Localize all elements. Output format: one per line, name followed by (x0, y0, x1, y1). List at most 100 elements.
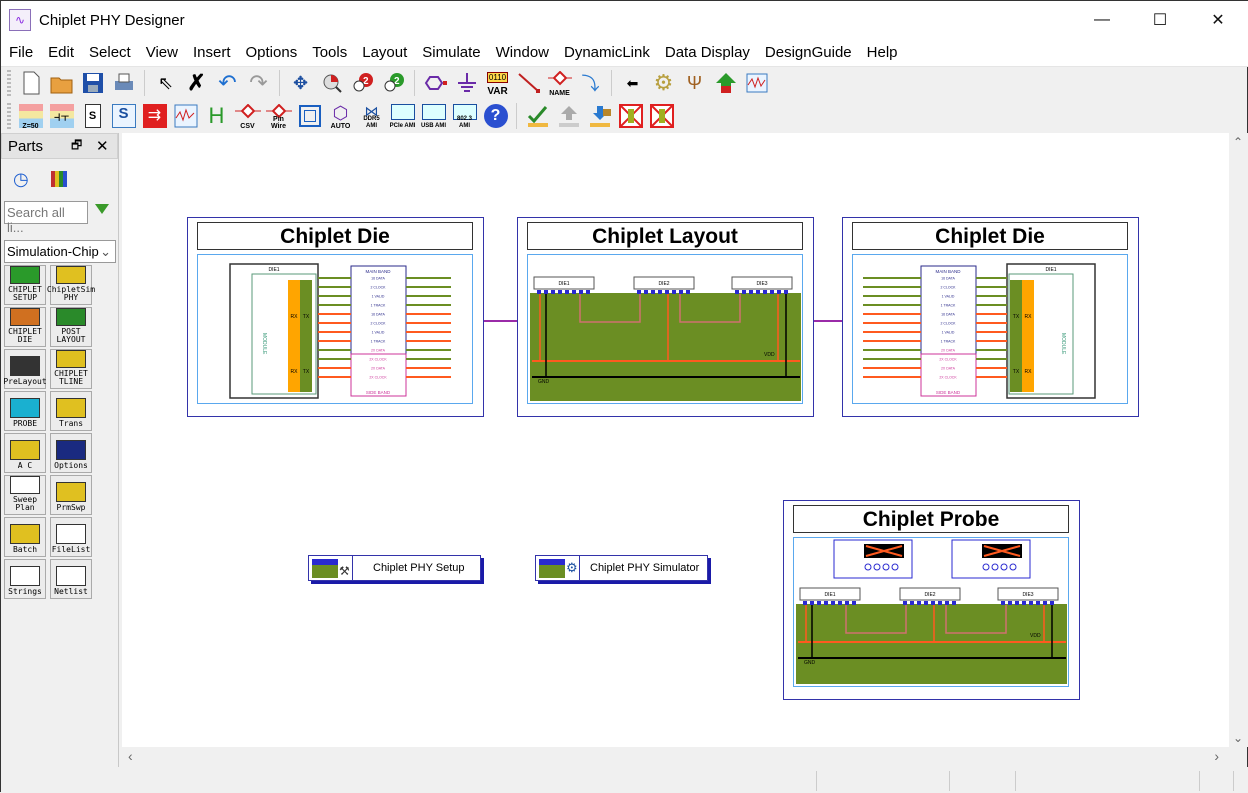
palette-item-netlist[interactable]: Netlist (50, 559, 92, 599)
select-pointer-icon[interactable]: ⇖ (152, 70, 179, 97)
pin-wire-icon[interactable]: Pin Wire (265, 103, 292, 130)
menu-insert[interactable]: Insert (185, 44, 238, 61)
menu-designguide[interactable]: DesignGuide (757, 44, 859, 61)
block-chiplet-die[interactable]: Chiplet Die DIE1 RX TX RX TX MODULE MAIN BAND SI… (842, 217, 1139, 417)
name-icon[interactable]: NAME (546, 70, 573, 97)
s-param-check-icon[interactable]: S (110, 103, 137, 130)
palette-item-prelayout[interactable]: PreLayout (3, 349, 47, 389)
maximize-button[interactable]: ☐ (1131, 1, 1189, 39)
vertical-scrollbar[interactable]: ⌃ ⌄ (1229, 133, 1248, 747)
up-arrow-icon[interactable] (712, 70, 739, 97)
scroll-left-icon[interactable]: ‹ (128, 748, 133, 764)
csv-icon[interactable]: CSV (234, 103, 261, 130)
schematic-canvas[interactable]: Chiplet Die DIE1 RX TX RX TX MODULE MAIN BAND SI… (122, 133, 1229, 747)
zoom-out-icon[interactable]: 2 (380, 70, 407, 97)
download-lock-icon[interactable] (586, 103, 613, 130)
zoom-in-icon[interactable]: 2 (349, 70, 376, 97)
waveform-icon[interactable] (743, 70, 770, 97)
filter-icon[interactable] (95, 204, 109, 214)
library-icon[interactable] (51, 171, 67, 187)
ref-chiplet-phy-setup[interactable]: ⚒ Chiplet PHY Setup (308, 555, 481, 581)
pcie-ami-icon[interactable]: PCIe AMI (389, 103, 416, 130)
push-into-icon[interactable]: ⤵ (577, 70, 604, 97)
port-icon[interactable] (422, 70, 449, 97)
redo-icon[interactable]: ↷ (245, 70, 272, 97)
close-panel-icon[interactable]: ✕ (96, 137, 109, 155)
delete-icon[interactable]: ✗ (183, 70, 210, 97)
menu-layout[interactable]: Layout (354, 44, 414, 61)
menu-edit[interactable]: Edit (40, 44, 81, 61)
palette-item-prmswp[interactable]: PrmSwp (50, 475, 92, 515)
palette-item-chiplet-die[interactable]: CHIPLET DIE (4, 307, 46, 347)
pan-icon[interactable]: ✥ (287, 70, 314, 97)
block-chiplet-layout[interactable]: Chiplet Layout DIE1 DIE2 DIE3 VDD GND (517, 217, 814, 417)
menu-dynamiclink[interactable]: DynamicLink (556, 44, 657, 61)
new-file-icon[interactable] (17, 70, 44, 97)
block-chiplet-die[interactable]: Chiplet Die DIE1 RX TX RX TX MODULE MAIN BAND SI… (187, 217, 484, 417)
pop-out-icon[interactable]: ⬅ (619, 70, 646, 97)
upload-icon[interactable] (555, 103, 582, 130)
parts-panel: Parts 🗗 ✕ ◷ Search all li... Simulation-… (1, 133, 119, 767)
8023-ami-icon[interactable]: 802.3 AMI (451, 103, 478, 130)
palette-item-batch[interactable]: Batch (4, 517, 46, 557)
menu-options[interactable]: Options (238, 44, 305, 61)
coupled-line-icon[interactable]: ⫞⫟ (48, 103, 75, 130)
zoom-area-icon[interactable] (318, 70, 345, 97)
auto-icon[interactable]: ⬡ AUTO (327, 103, 354, 130)
save-icon[interactable] (79, 70, 106, 97)
menu-select[interactable]: Select (81, 44, 138, 61)
menu-simulate[interactable]: Simulate (414, 44, 487, 61)
ground-icon[interactable] (453, 70, 480, 97)
deactivate-icon[interactable] (617, 103, 644, 130)
float-panel-icon[interactable]: 🗗 (71, 136, 82, 157)
toolbar-grip[interactable] (7, 70, 11, 96)
block-chiplet-probe[interactable]: Chiplet Probe DIE1 DIE2 DIE3 VDD GND (783, 500, 1080, 700)
palette-item-trans[interactable]: Trans (50, 391, 92, 431)
h-icon[interactable]: H (203, 103, 230, 130)
menu-view[interactable]: View (138, 44, 185, 61)
tuning-fork-icon[interactable]: Ψ (681, 70, 708, 97)
help-icon[interactable]: ? (482, 103, 509, 130)
menu-window[interactable]: Window (488, 44, 556, 61)
wire-icon[interactable] (515, 70, 542, 97)
library-select[interactable]: Simulation-Chip ⌄ (4, 240, 116, 263)
palette-item-sweep-plan[interactable]: Sweep Plan (4, 475, 46, 515)
close-button[interactable]: ✕ (1189, 1, 1247, 39)
edit-symbol-icon[interactable] (524, 103, 551, 130)
palette-item-probe[interactable]: PROBE (4, 391, 46, 431)
palette-item-strings[interactable]: Strings (4, 559, 46, 599)
scroll-down-icon[interactable]: ⌄ (1233, 731, 1243, 745)
menu-data-display[interactable]: Data Display (657, 44, 757, 61)
component-icon[interactable] (296, 103, 323, 130)
recent-icon[interactable]: ◷ (13, 169, 29, 190)
menu-help[interactable]: Help (859, 44, 905, 61)
menu-file[interactable]: File (1, 44, 40, 61)
usb-ami-icon[interactable]: USB AMI (420, 103, 447, 130)
print-icon[interactable] (110, 70, 137, 97)
s-param-icon[interactable]: S (79, 103, 106, 130)
ddr5-ami-icon[interactable]: ⋈ DDR5 AMI (358, 103, 385, 130)
palette-item-filelist[interactable]: FileList (50, 517, 92, 557)
minimize-button[interactable]: — (1073, 1, 1131, 39)
menu-tools[interactable]: Tools (304, 44, 354, 61)
undo-icon[interactable]: ↶ (214, 70, 241, 97)
palette-item-post-layout[interactable]: POST LAYOUT (50, 307, 92, 347)
settings-gear-icon[interactable]: ⚙ (650, 70, 677, 97)
palette-item-chiplet-tline[interactable]: CHIPLET TLINE (50, 349, 92, 389)
deactivate-short-icon[interactable] (648, 103, 675, 130)
s-plot-icon[interactable] (172, 103, 199, 130)
palette-item-chiplet-setup[interactable]: CHIPLET SETUP (4, 265, 46, 305)
scroll-right-icon[interactable]: › (1214, 748, 1219, 764)
horizontal-scrollbar[interactable]: ‹ › (122, 747, 1229, 767)
scroll-up-icon[interactable]: ⌃ (1233, 135, 1243, 149)
tline-z50-icon[interactable]: Z=50 (17, 103, 44, 130)
export-icon[interactable]: ⇉ (141, 103, 168, 130)
palette-item-options[interactable]: Options (50, 433, 92, 473)
var-icon[interactable]: 0110 VAR (484, 70, 511, 97)
palette-item-a-c[interactable]: A C (4, 433, 46, 473)
open-folder-icon[interactable] (48, 70, 75, 97)
palette-item-chipletsim-phy[interactable]: ChipletSim PHY (47, 265, 95, 305)
parts-search-input[interactable]: Search all li... (4, 201, 88, 235)
toolbar-grip[interactable] (7, 103, 11, 129)
ref-chiplet-phy-simulator[interactable]: ⚙ Chiplet PHY Simulator (535, 555, 708, 581)
